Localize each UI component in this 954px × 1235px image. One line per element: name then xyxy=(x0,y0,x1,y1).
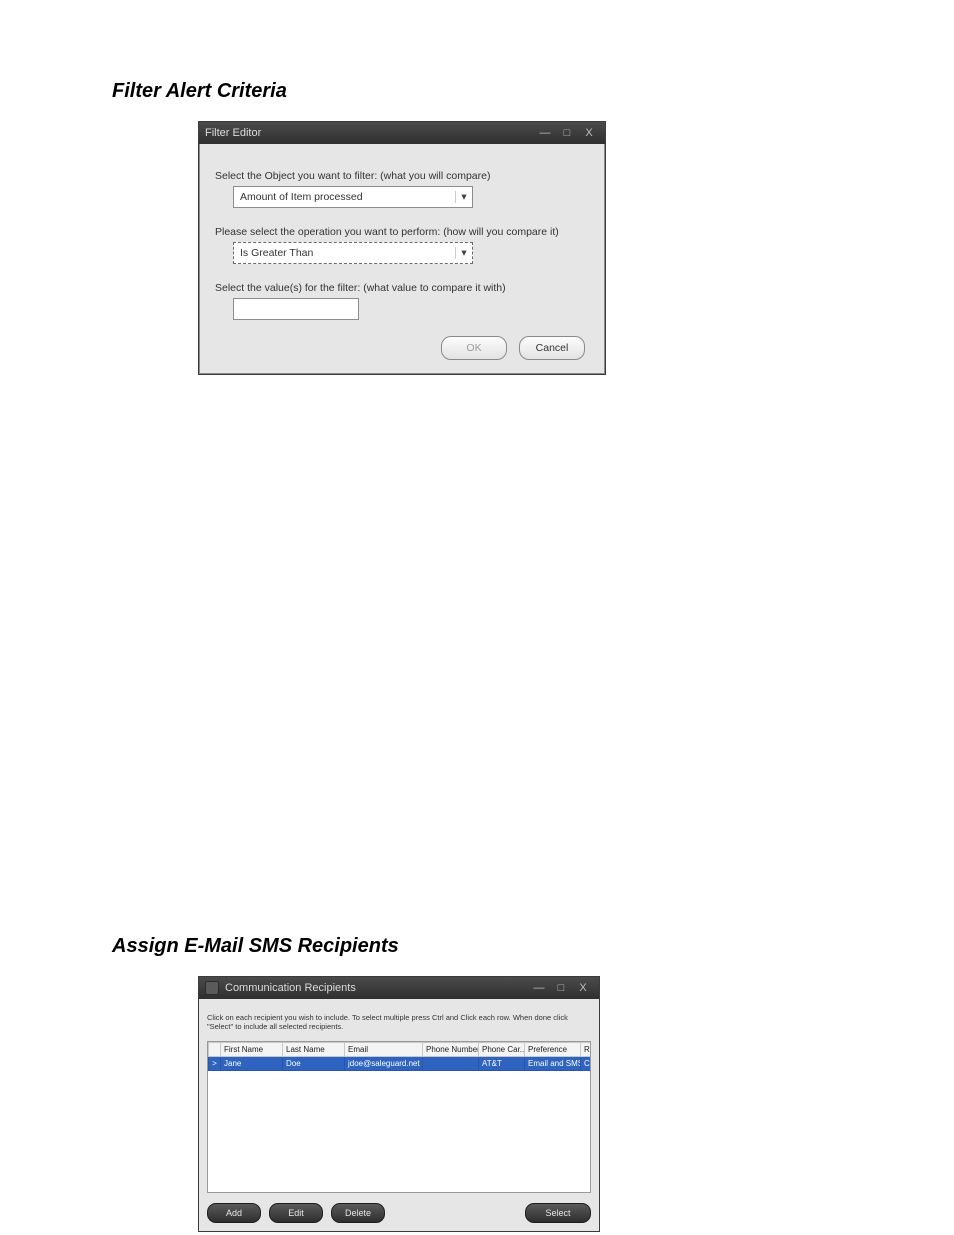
dialog-button-row: OK Cancel xyxy=(215,336,589,360)
operation-value: Is Greater Than xyxy=(234,247,455,259)
recipients-titlebar[interactable]: Communication Recipients — □ X xyxy=(199,977,599,999)
col-last-name[interactable]: Last Name xyxy=(283,1043,345,1057)
section-heading-assign-recipients: Assign E-Mail SMS Recipients xyxy=(112,935,954,958)
col-email[interactable]: Email xyxy=(345,1043,423,1057)
cell-email: jdoe@saleguard.net xyxy=(345,1057,423,1071)
recipients-footer: Add Edit Delete Select xyxy=(207,1203,591,1223)
filter-editor-titlebar[interactable]: Filter Editor — □ X xyxy=(199,122,605,144)
filter-value-input[interactable] xyxy=(233,298,359,320)
close-button[interactable]: X xyxy=(579,125,599,141)
app-icon xyxy=(205,981,219,995)
value-label: Select the value(s) for the filter: (wha… xyxy=(215,282,589,294)
recipients-grid[interactable]: First Name Last Name Email Phone Number … xyxy=(207,1041,591,1193)
cell-carrier: AT&T xyxy=(479,1057,525,1071)
minimize-button[interactable]: — xyxy=(529,980,549,996)
col-preference[interactable]: Preference xyxy=(525,1043,581,1057)
cell-first-name: Jane xyxy=(221,1057,283,1071)
filter-editor-body: Select the Object you want to filter: (w… xyxy=(199,144,605,374)
filter-editor-dialog: Filter Editor — □ X Select the Object yo… xyxy=(198,121,606,375)
cell-recipient-type: Contact xyxy=(581,1057,592,1071)
add-button[interactable]: Add xyxy=(207,1203,261,1223)
cancel-button[interactable]: Cancel xyxy=(519,336,585,360)
col-phone-carrier[interactable]: Phone Car... xyxy=(479,1043,525,1057)
col-recipient-type[interactable]: Recipient Type xyxy=(581,1043,592,1057)
recipients-body: Click on each recipient you wish to incl… xyxy=(199,999,599,1231)
maximize-button[interactable]: □ xyxy=(551,980,571,996)
col-phone-number[interactable]: Phone Number xyxy=(423,1043,479,1057)
col-first-name[interactable]: First Name xyxy=(221,1043,283,1057)
chevron-down-icon: ▾ xyxy=(455,247,472,259)
cell-last-name: Doe xyxy=(283,1057,345,1071)
filter-editor-title: Filter Editor xyxy=(205,127,261,139)
recipients-instructions: Click on each recipient you wish to incl… xyxy=(207,1013,591,1031)
cell-preference: Email and SMS xyxy=(525,1057,581,1071)
maximize-button[interactable]: □ xyxy=(557,125,577,141)
recipients-table: First Name Last Name Email Phone Number … xyxy=(208,1042,591,1071)
operation-combobox[interactable]: Is Greater Than ▾ xyxy=(233,242,473,264)
cell-phone xyxy=(423,1057,479,1071)
table-row[interactable]: > Jane Doe jdoe@saleguard.net AT&T Email… xyxy=(209,1057,592,1071)
operation-label: Please select the operation you want to … xyxy=(215,226,589,238)
close-button[interactable]: X xyxy=(573,980,593,996)
minimize-button[interactable]: — xyxy=(535,125,555,141)
communication-recipients-dialog: Communication Recipients — □ X Click on … xyxy=(198,976,600,1232)
object-filter-value: Amount of Item processed xyxy=(234,191,455,203)
recipients-title: Communication Recipients xyxy=(225,982,356,994)
row-indicator: > xyxy=(209,1057,221,1071)
document-page: Filter Alert Criteria Filter Editor — □ … xyxy=(0,0,954,1235)
edit-button[interactable]: Edit xyxy=(269,1203,323,1223)
section-heading-filter-alert-criteria: Filter Alert Criteria xyxy=(112,80,954,103)
select-button[interactable]: Select xyxy=(525,1203,591,1223)
ok-button[interactable]: OK xyxy=(441,336,507,360)
chevron-down-icon: ▾ xyxy=(455,191,472,203)
object-filter-combobox[interactable]: Amount of Item processed ▾ xyxy=(233,186,473,208)
delete-button[interactable]: Delete xyxy=(331,1203,385,1223)
recipients-header-row: First Name Last Name Email Phone Number … xyxy=(209,1043,592,1057)
object-filter-label: Select the Object you want to filter: (w… xyxy=(215,170,589,182)
